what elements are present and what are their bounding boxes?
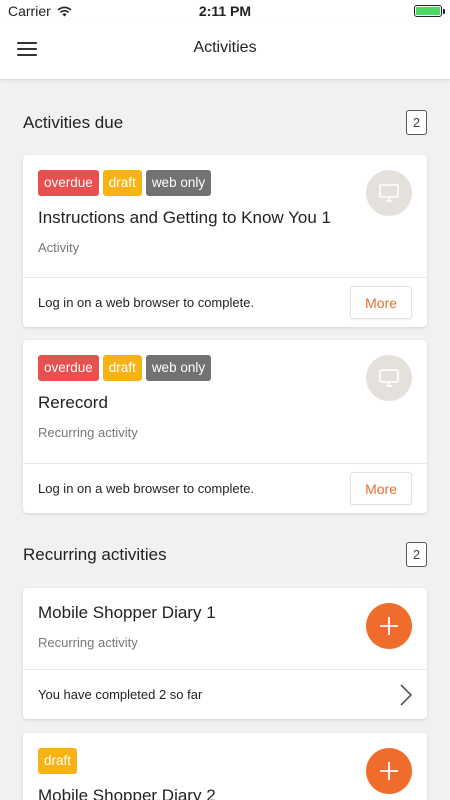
draft-tag: draft — [102, 170, 142, 196]
activity-type: Recurring activity — [38, 425, 138, 440]
battery-level — [416, 7, 440, 15]
recurring-activity-card[interactable]: draft Mobile Shopper Diary 2 — [23, 733, 427, 800]
navigation-bar: Activities — [0, 22, 450, 80]
chevron-right-icon[interactable] — [400, 683, 412, 706]
web-only-tag: web only — [145, 170, 212, 196]
tag-list: overdue draft web only — [38, 170, 412, 196]
activity-title[interactable]: Instructions and Getting to Know You 1 — [38, 208, 412, 228]
draft-tag: draft — [38, 748, 78, 774]
footer-text: Log in on a web browser to complete. — [38, 295, 255, 310]
activity-card[interactable]: overdue draft web only Instructions and … — [23, 155, 427, 327]
footer-text: Log in on a web browser to complete. — [38, 481, 255, 496]
section-header-activities-due: Activities due 2 — [23, 110, 427, 135]
page-title: Activities — [193, 39, 257, 56]
status-right — [414, 5, 445, 17]
overdue-tag: overdue — [38, 170, 99, 196]
section-title: Recurring activities — [23, 544, 167, 564]
web-only-tag: web only — [145, 355, 212, 381]
plus-icon[interactable] — [366, 748, 412, 794]
status-left: Carrier — [8, 3, 72, 19]
count-badge: 2 — [406, 542, 427, 567]
count-badge: 2 — [406, 110, 427, 135]
card-footer: You have completed 2 so far — [23, 669, 427, 719]
activity-card[interactable]: overdue draft web only Rerecord Recurrin… — [23, 340, 427, 513]
battery-icon — [414, 5, 445, 17]
wifi-icon — [57, 6, 72, 16]
card-footer: Log in on a web browser to complete. Mor… — [23, 277, 427, 327]
desktop-monitor-icon — [366, 355, 412, 401]
card-footer: Log in on a web browser to complete. Mor… — [23, 463, 427, 513]
card-content: overdue draft web only Rerecord Recurrin… — [23, 340, 427, 440]
draft-tag: draft — [102, 355, 142, 381]
activity-title[interactable]: Mobile Shopper Diary 2 — [38, 786, 412, 800]
status-bar: Carrier 2:11 PM — [0, 0, 450, 22]
section-title: Activities due — [23, 112, 124, 132]
card-content: overdue draft web only Instructions and … — [23, 155, 427, 255]
activity-title[interactable]: Mobile Shopper Diary 1 — [38, 603, 412, 623]
section-header-recurring-activities: Recurring activities 2 — [23, 542, 427, 567]
carrier-label: Carrier — [8, 3, 51, 19]
more-button[interactable]: More — [350, 286, 412, 319]
activity-type: Activity — [38, 240, 80, 255]
completion-text: You have completed 2 so far — [38, 687, 203, 702]
more-button[interactable]: More — [350, 472, 412, 505]
recurring-activity-card[interactable]: Mobile Shopper Diary 1 Recurring activit… — [23, 588, 427, 719]
activity-title[interactable]: Rerecord — [38, 393, 412, 413]
desktop-monitor-icon — [366, 170, 412, 216]
plus-icon[interactable] — [366, 603, 412, 649]
tag-list: draft — [38, 748, 412, 774]
tag-list: overdue draft web only — [38, 355, 412, 381]
activity-type: Recurring activity — [38, 635, 138, 650]
overdue-tag: overdue — [38, 355, 99, 381]
